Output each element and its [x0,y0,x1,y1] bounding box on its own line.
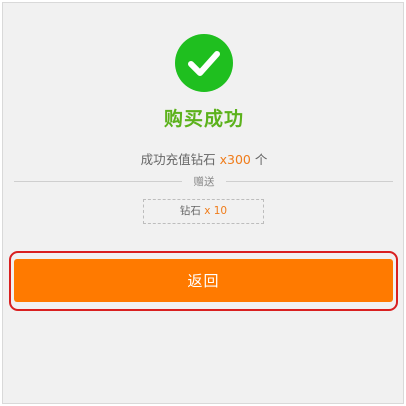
divider-line-right [226,181,393,182]
gift-item-quantity: x 10 [204,205,228,217]
purchase-result-screen: 购买成功 成功充值钻石 x300 个 赠送 钻石 x 10 返回 [2,2,404,404]
divider-line-left [14,181,182,182]
gift-item-box: 钻石 x 10 [143,199,264,224]
page-title: 购买成功 [163,108,244,130]
purchase-summary: 成功充值钻石 x300 个 [3,149,405,168]
summary-unit: 个 [254,152,268,167]
back-button[interactable]: 返回 [14,259,393,302]
summary-text: 成功充值钻石 [140,152,216,167]
gift-divider: 赠送 [14,171,393,191]
summary-quantity: x300 [219,152,251,167]
gift-label: 赠送 [193,176,215,188]
gift-item-name: 钻石 [179,205,201,217]
success-checkmark-icon [175,34,233,92]
